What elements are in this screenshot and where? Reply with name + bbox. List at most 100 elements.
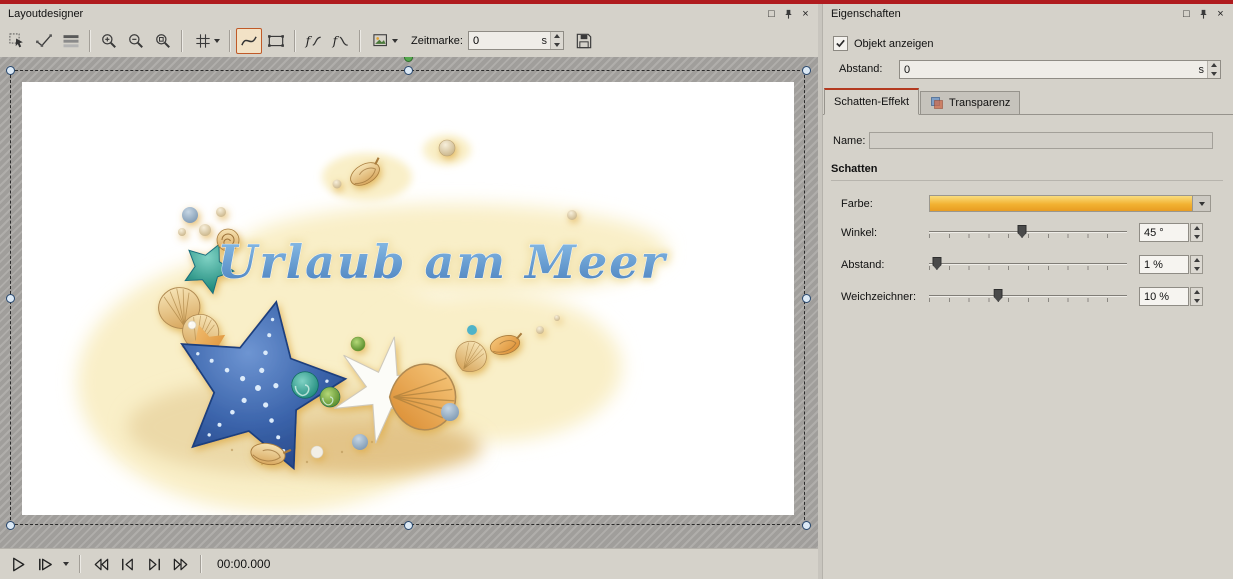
slider-ticks	[929, 234, 1127, 238]
selection-handle-top-center[interactable]	[404, 66, 413, 75]
abstand-spinner[interactable]	[1190, 255, 1203, 274]
tracks-button[interactable]	[58, 28, 84, 54]
properties-pin-button[interactable]	[1195, 7, 1212, 22]
winkel-spinner[interactable]	[1190, 223, 1203, 242]
zoom-in-icon	[99, 31, 119, 51]
layout-close-button[interactable]: ×	[797, 7, 814, 22]
image-effect-button[interactable]	[366, 28, 402, 54]
save-button[interactable]	[571, 28, 597, 54]
canvas-region: Urlaub am Meer	[0, 57, 818, 548]
name-label: Name:	[833, 135, 865, 147]
fade-in-button[interactable]: f	[301, 28, 327, 54]
s-curve-icon	[239, 31, 259, 51]
slider-track	[929, 263, 1127, 264]
tracks-icon	[61, 31, 81, 51]
zeitmarke-label: Zeitmarke:	[411, 35, 463, 47]
slider-ticks	[929, 266, 1127, 270]
selection-handle-mid-right[interactable]	[802, 294, 811, 303]
play-from-here-button[interactable]	[33, 552, 57, 576]
weichzeichner-value[interactable]: 10 %	[1139, 287, 1189, 306]
skip-start-button[interactable]	[88, 552, 112, 576]
zoom-in-button[interactable]	[96, 28, 122, 54]
slider-track	[929, 295, 1127, 296]
zoom-out-button[interactable]	[123, 28, 149, 54]
abstand-slider[interactable]	[929, 256, 1127, 272]
farbe-label: Farbe:	[841, 198, 873, 210]
properties-close-button[interactable]: ×	[1212, 7, 1229, 22]
curve-tool-icon	[34, 31, 54, 51]
select-tool-button[interactable]	[4, 28, 30, 54]
artwork-text: Urlaub am Meer	[217, 235, 668, 289]
properties-tabstrip: Schatten-Effekt Transparenz	[823, 88, 1233, 115]
fade-out-button[interactable]: f	[328, 28, 354, 54]
curve-tool-button[interactable]	[31, 28, 57, 54]
s-curve-tool-button[interactable]	[236, 28, 262, 54]
play-button[interactable]	[6, 552, 30, 576]
canvas-artwork: Urlaub am Meer	[22, 82, 794, 515]
slider-track	[929, 231, 1127, 232]
rotation-handle[interactable]	[404, 57, 413, 62]
selection-handle-bottom-left[interactable]	[6, 521, 15, 530]
play-options-button[interactable]	[60, 552, 72, 576]
chevron-down-icon	[214, 39, 220, 43]
zeitmarke-field[interactable]: 0 s	[468, 31, 564, 50]
canvas[interactable]: Urlaub am Meer	[22, 82, 794, 515]
toolbar-separator	[294, 30, 296, 52]
svg-text:f: f	[305, 33, 313, 48]
section-divider	[831, 180, 1223, 181]
tab-schatten-effekt[interactable]: Schatten-Effekt	[824, 88, 919, 115]
save-icon	[574, 31, 594, 51]
image-icon	[371, 31, 391, 51]
selection-handle-top-left[interactable]	[6, 66, 15, 75]
grid-button[interactable]	[188, 28, 224, 54]
eigenschaften-titlebar: Eigenschaften □ ×	[823, 4, 1233, 24]
schatten-section-title: Schatten	[831, 163, 877, 175]
tab-transparenz[interactable]: Transparenz	[920, 91, 1020, 114]
fade-out-icon: f	[331, 31, 351, 51]
farbe-swatch[interactable]	[929, 195, 1193, 212]
step-forward-button[interactable]	[142, 552, 166, 576]
weichzeichner-spinner[interactable]	[1190, 287, 1203, 306]
weichzeichner-label: Weichzeichner:	[841, 291, 916, 303]
chevron-down-icon	[63, 562, 69, 566]
skip-end-button[interactable]	[169, 552, 193, 576]
layout-float-button[interactable]: □	[763, 7, 780, 22]
playbar-separator	[200, 555, 202, 573]
selection-handle-bottom-center[interactable]	[404, 521, 413, 530]
chevron-down-icon	[1199, 202, 1205, 206]
zeitmarke-unit: s	[538, 32, 550, 49]
winkel-slider[interactable]	[929, 224, 1127, 240]
weichzeichner-slider[interactable]	[929, 288, 1127, 304]
zeitmarke-input[interactable]: 0	[469, 32, 539, 49]
playback-time: 00:00.000	[217, 557, 270, 571]
skip-end-icon	[172, 555, 191, 574]
abstand-time-input[interactable]: 0	[900, 61, 1196, 78]
properties-body: Objekt anzeigen Abstand: 0 s Schatten-Ef…	[823, 24, 1233, 579]
abstand-value[interactable]: 1 %	[1139, 255, 1189, 274]
step-back-icon	[118, 555, 137, 574]
camera-frame-icon	[266, 31, 286, 51]
name-field[interactable]	[869, 132, 1213, 149]
zeitmarke-spinner[interactable]	[550, 32, 563, 49]
zoom-fit-button[interactable]	[150, 28, 176, 54]
toolbar-separator	[181, 30, 183, 52]
layout-pin-button[interactable]	[780, 7, 797, 22]
pin-icon	[783, 9, 794, 20]
selection-handle-mid-left[interactable]	[6, 294, 15, 303]
winkel-value[interactable]: 45 °	[1139, 223, 1189, 242]
zoom-out-icon	[126, 31, 146, 51]
abstand-time-spinner[interactable]	[1207, 61, 1220, 78]
camera-frame-button[interactable]	[263, 28, 289, 54]
show-object-checkbox[interactable]	[833, 36, 848, 51]
selection-handle-bottom-right[interactable]	[802, 521, 811, 530]
selection-handle-top-right[interactable]	[802, 66, 811, 75]
step-back-button[interactable]	[115, 552, 139, 576]
farbe-dropdown-button[interactable]	[1193, 195, 1211, 212]
abstand-time-label: Abstand:	[839, 63, 882, 75]
properties-float-button[interactable]: □	[1178, 7, 1195, 22]
grid-icon	[193, 31, 213, 51]
layout-toolbar: f f Zeitmarke: 0 s	[0, 24, 818, 58]
layoutdesigner-title: Layoutdesigner	[8, 8, 763, 20]
tab-transparenz-label: Transparenz	[949, 97, 1010, 109]
abstand-time-field[interactable]: 0 s	[899, 60, 1221, 79]
